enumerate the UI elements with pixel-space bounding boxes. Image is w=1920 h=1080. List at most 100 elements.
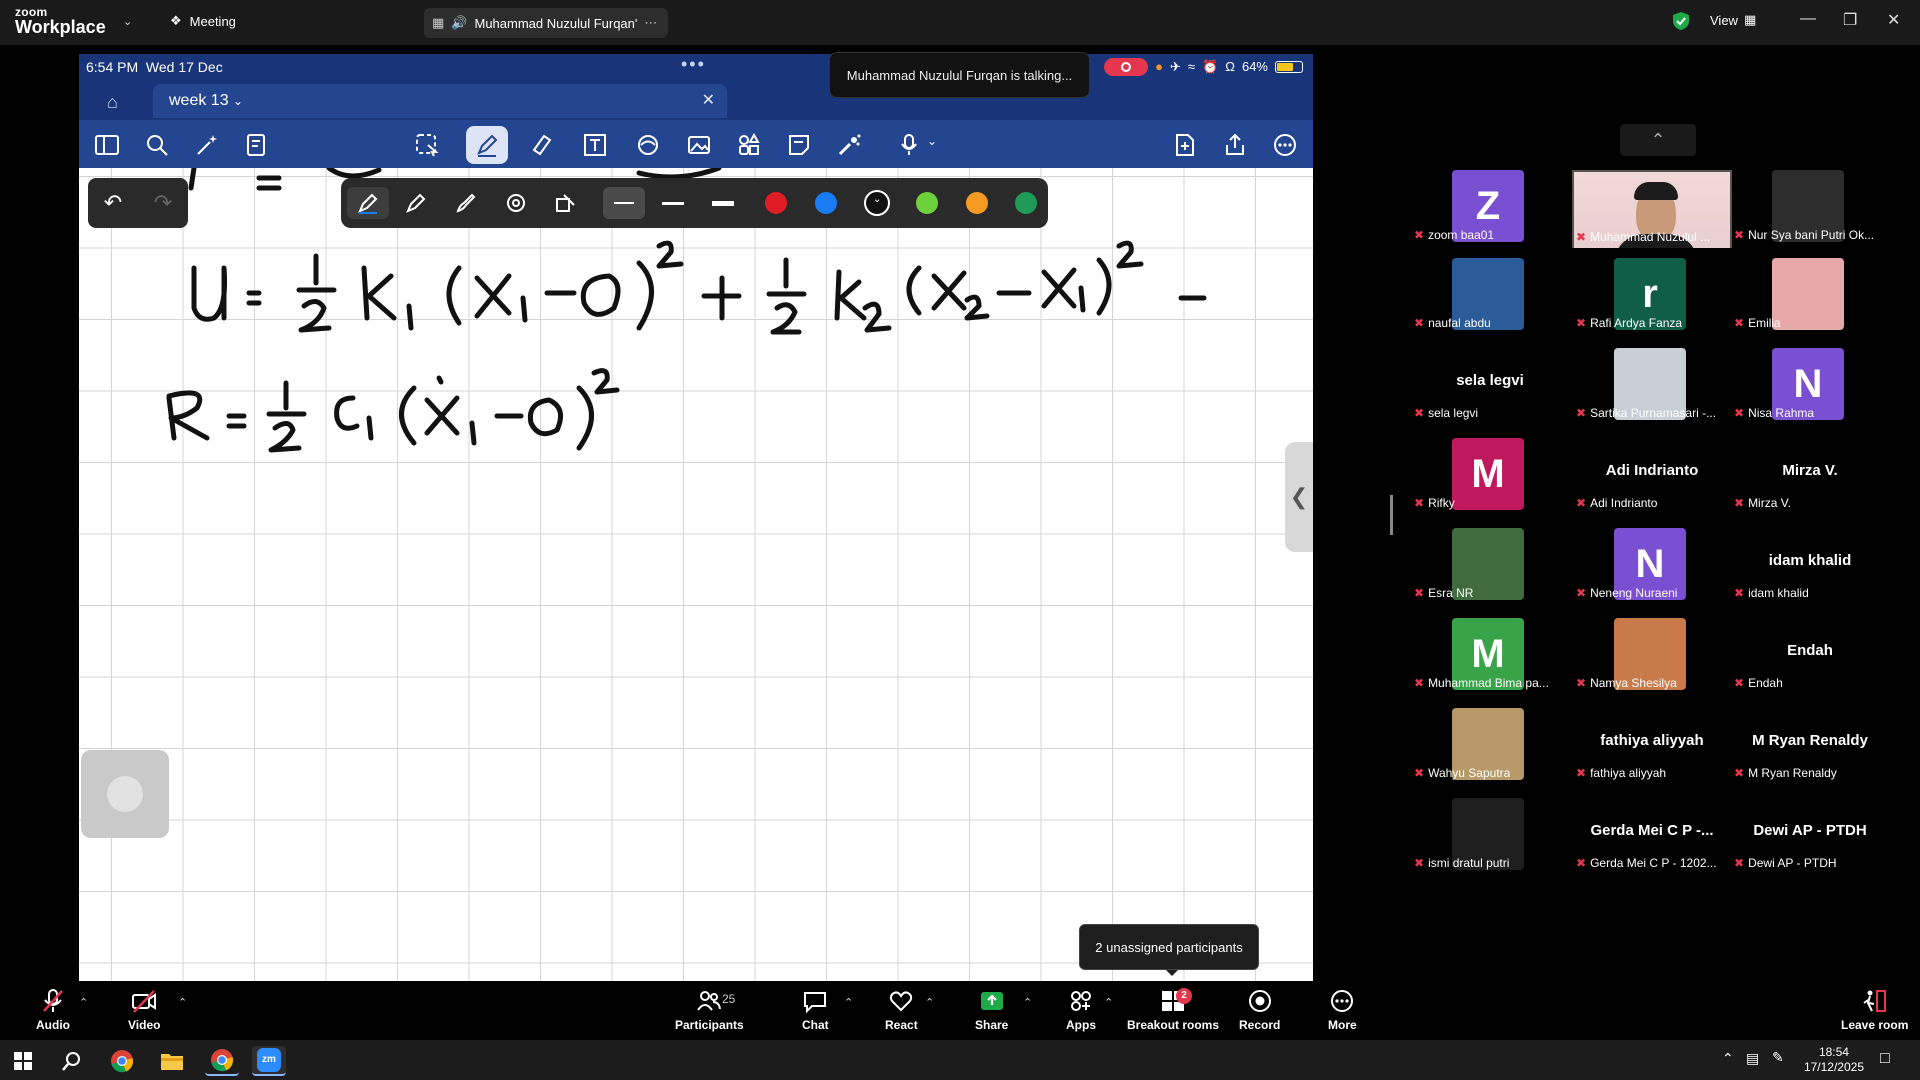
fountain-pen-icon[interactable] (347, 187, 389, 219)
participant-tile[interactable]: ✖ Muhammad Nuzulul ... (1572, 162, 1732, 248)
search-icon[interactable] (143, 131, 171, 159)
participant-tile[interactable]: ✖ Nur Sya bani Putri Ok... (1730, 162, 1890, 248)
laser-pointer-icon[interactable] (835, 131, 863, 159)
react-options-caret[interactable]: ⌃ (925, 996, 934, 1009)
apps-button[interactable]: Apps (1066, 988, 1096, 1032)
view-button[interactable]: View ▦ (1710, 12, 1756, 28)
pen-icon[interactable]: ✎ (1772, 1049, 1784, 1066)
participant-tile[interactable]: r ✖ Rafi Ardya Fanza (1572, 250, 1732, 336)
chevron-down-icon[interactable]: ⌄ (123, 15, 132, 28)
record-button[interactable]: Record (1239, 988, 1280, 1032)
share-options-caret[interactable]: ⌃ (1023, 996, 1032, 1009)
home-icon[interactable]: ⌂ (107, 92, 118, 113)
share-icon[interactable] (1221, 131, 1249, 159)
color-swatch-dark-green[interactable] (1015, 192, 1037, 214)
zoom-app-icon[interactable]: zm (252, 1046, 286, 1076)
color-swatch-blue[interactable] (815, 192, 837, 214)
participant-tile[interactable]: Endah ✖ Endah (1730, 610, 1890, 696)
audio-button[interactable]: Audio (36, 988, 70, 1032)
maximize-icon[interactable]: ❐ (1843, 10, 1857, 30)
zoom-logo[interactable]: zoom Workplace (15, 6, 106, 36)
chevron-up-icon[interactable]: ⌃ (1722, 1050, 1734, 1067)
meeting-tab[interactable]: ❖ Meeting (170, 13, 236, 29)
text-box-icon[interactable] (581, 131, 609, 159)
undo-icon[interactable]: ↶ (104, 190, 122, 216)
chat-button[interactable]: Chat (802, 988, 829, 1032)
shape-recognition-icon[interactable] (499, 187, 533, 219)
notification-icon[interactable]: □ (1880, 1050, 1890, 1068)
breakout-rooms-button[interactable]: Breakout rooms (1127, 988, 1219, 1032)
leave-room-button[interactable]: Leave room (1841, 988, 1908, 1032)
color-swatch-green[interactable] (916, 192, 938, 214)
system-clock[interactable]: 18:54 17/12/2025 (1804, 1045, 1864, 1075)
participant-tile[interactable]: M ✖ Muhammad Bima pa... (1410, 610, 1570, 696)
video-button[interactable]: Video (128, 988, 160, 1032)
doc-tab-week13[interactable]: week 13 ⌄ ✕ (153, 84, 727, 118)
brush-pen-icon[interactable] (449, 187, 483, 219)
ai-sparkle-icon[interactable] (193, 131, 221, 159)
participant-tile[interactable]: N ✖ Neneng Nuraeni (1572, 520, 1732, 606)
stroke-medium-option[interactable] (656, 187, 690, 219)
file-explorer-icon[interactable] (155, 1046, 189, 1076)
active-speaker-tab[interactable]: ▦ 🔊 Muhammad Nuzulul Furqan' ⋯ (424, 8, 668, 38)
search-icon[interactable] (55, 1046, 89, 1076)
notes-icon[interactable] (243, 131, 271, 159)
participant-tile[interactable]: fathiya aliyyah ✖ fathiya aliyyah (1572, 700, 1732, 786)
more-icon[interactable]: ⋯ (644, 15, 657, 31)
side-panel-handle[interactable]: ❮ (1285, 442, 1313, 552)
participant-tile[interactable]: ✖ Sartika Purnamasari -... (1572, 340, 1732, 426)
apps-options-caret[interactable]: ⌃ (1104, 996, 1113, 1009)
chrome-profile-icon[interactable] (205, 1046, 239, 1076)
participant-tile[interactable]: Adi Indrianto ✖ Adi Indrianto (1572, 430, 1732, 516)
more-options-icon[interactable] (1271, 131, 1299, 159)
windows-start-icon[interactable] (6, 1046, 40, 1076)
chat-options-caret[interactable]: ⌃ (844, 996, 853, 1009)
more-button[interactable]: More (1328, 988, 1357, 1032)
eraser-icon[interactable] (527, 131, 555, 159)
security-shield-icon[interactable] (1672, 11, 1690, 31)
participant-tile[interactable]: ✖ ismi dratul putri (1410, 790, 1570, 876)
chrome-icon[interactable] (105, 1046, 139, 1076)
stroke-thick-option[interactable] (706, 187, 740, 219)
react-button[interactable]: React (885, 988, 918, 1032)
color-swatch-red[interactable] (765, 192, 787, 214)
stroke-thin-option[interactable] (603, 187, 645, 219)
sticky-note-icon[interactable] (785, 131, 813, 159)
participant-tile[interactable]: ✖ naufal abdu (1410, 250, 1570, 336)
elements-icon[interactable] (735, 131, 763, 159)
sidebar-icon[interactable] (93, 131, 121, 159)
participant-tile[interactable]: M Ryan Renaldy ✖ M Ryan Renaldy (1730, 700, 1890, 786)
ball-pen-icon[interactable] (399, 187, 433, 219)
network-icon[interactable]: ▤ (1746, 1050, 1759, 1067)
audio-options-caret[interactable]: ⌃ (79, 996, 88, 1009)
close-tab-icon[interactable]: ✕ (702, 84, 715, 118)
participant-tile[interactable]: Gerda Mei C P -... ✖ Gerda Mei C P - 1202.… (1572, 790, 1732, 876)
image-icon[interactable] (685, 131, 713, 159)
minimize-icon[interactable]: — (1800, 10, 1816, 28)
chevron-down-icon[interactable]: ⌄ (927, 134, 937, 148)
participant-tile[interactable]: Mirza V. ✖ Mirza V. (1730, 430, 1890, 516)
line-straighten-icon[interactable] (549, 187, 583, 219)
gallery-scrollbar[interactable] (1390, 495, 1393, 535)
lasso-icon[interactable] (413, 131, 441, 159)
participant-tile[interactable]: ✖ Namya Shesilya (1572, 610, 1732, 696)
multitask-dots-icon[interactable]: ••• (681, 54, 706, 77)
share-screen-button[interactable]: Share (975, 988, 1008, 1032)
shapes-icon[interactable] (634, 131, 662, 159)
participant-tile[interactable]: ✖ Esra NR (1410, 520, 1570, 606)
note-canvas[interactable] (79, 168, 1313, 981)
participant-tile[interactable]: Z ✖ zoom baa01 (1410, 162, 1570, 248)
participant-tile[interactable]: sela legvi ✖ sela legvi (1410, 340, 1570, 426)
assistive-touch-button[interactable] (81, 750, 169, 838)
participant-tile[interactable]: ✖ Emilia (1730, 250, 1890, 336)
participant-tile[interactable]: idam khalid ✖ idam khalid (1730, 520, 1890, 606)
color-swatch-orange[interactable] (966, 192, 988, 214)
participant-tile[interactable]: ✖ Wahyu Saputra (1410, 700, 1570, 786)
pen-tool-icon[interactable] (466, 126, 508, 164)
participant-tile[interactable]: N ✖ Nisa Rahma (1730, 340, 1890, 426)
color-swatch-black-selected[interactable]: ⌄ (864, 190, 890, 216)
add-page-icon[interactable] (1171, 131, 1199, 159)
redo-icon[interactable]: ↷ (154, 190, 172, 216)
participant-tile[interactable]: M ✖ Rifky (1410, 430, 1570, 516)
video-options-caret[interactable]: ⌃ (178, 996, 187, 1009)
